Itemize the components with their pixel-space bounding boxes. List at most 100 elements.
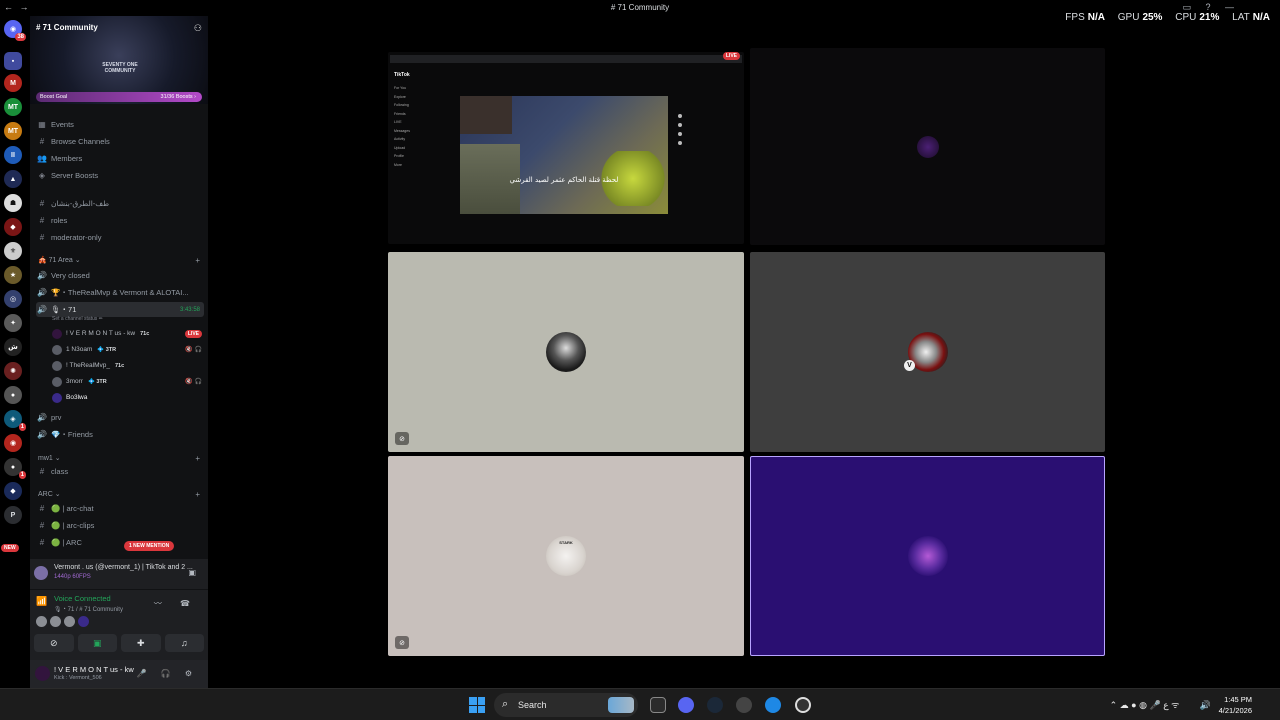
invite-icon[interactable]: ⚇	[194, 23, 202, 34]
app-icon[interactable]	[736, 697, 752, 713]
screen-share-icon[interactable]: ▣	[188, 568, 196, 577]
channel-row[interactable]: # moderator-only	[36, 230, 204, 245]
voice-controls[interactable]: 〰 ☎	[154, 598, 198, 609]
channel-row[interactable]: # 🟢 | arc-clips	[36, 518, 204, 533]
bw-server-icon[interactable]: ☗	[4, 194, 22, 212]
blue3-server-icon[interactable]: ◆	[4, 482, 22, 500]
edge-icon[interactable]	[765, 697, 781, 713]
stream-tile[interactable]: LIVE TikTok For You Explore Following Fr…	[388, 52, 744, 244]
participant-tile[interactable]	[750, 48, 1105, 245]
red2-server-icon[interactable]: ◉	[4, 434, 22, 452]
add-channel-icon[interactable]: +	[195, 490, 200, 499]
stream-video[interactable]: لحظة قتلة الحاكم عثمر لصيد القرشي	[460, 96, 668, 214]
voice-user[interactable]: Bo3lwa	[52, 390, 202, 405]
windows-start-icon[interactable]	[469, 697, 485, 713]
voice-channel-row[interactable]: 🔊 Very closed	[36, 268, 204, 283]
category-mw1[interactable]: mw1 ⌄ +	[38, 452, 200, 464]
blue-server-icon[interactable]: II	[4, 146, 22, 164]
category-71-area[interactable]: 🎪 71 Area ⌄ +	[38, 254, 200, 266]
add-channel-icon[interactable]: +	[195, 454, 200, 463]
flame-server-icon[interactable]: ✺	[4, 362, 22, 380]
teal-server-icon[interactable]: ◈ 1	[4, 410, 26, 431]
boost-goal-bar[interactable]: Boost Goal 31/36 Boosts ›	[36, 92, 202, 102]
new-mention-pill[interactable]: 1 NEW MENTION	[124, 541, 175, 551]
voice-user[interactable]: ! TheRealMvp_ 71c	[52, 358, 202, 373]
camera-off-button[interactable]: ⊘	[34, 634, 74, 652]
nav-server-boosts[interactable]: ◈ Server Boosts	[36, 168, 204, 183]
participant-tile[interactable]: V	[750, 252, 1105, 452]
taskbar-search[interactable]: ⌕ Search	[494, 693, 638, 717]
voice-user[interactable]: 1 N3oam 💠 3TR 🔇 🎧	[52, 342, 202, 357]
steam-icon[interactable]	[707, 697, 723, 713]
activity-panel[interactable]: Vermont . us (@vermont_1) | TikTok and 2…	[30, 559, 208, 589]
channel-row[interactable]: # طف-الطرق-بنشان	[36, 196, 204, 211]
channel-status-prompt[interactable]: Set a channel status ✏	[52, 316, 103, 322]
home-icon[interactable]: ◉ 38	[4, 20, 26, 41]
new-pill[interactable]: NEW	[1, 544, 19, 552]
grey-server-icon[interactable]: ●	[4, 386, 22, 404]
arabic-server-icon[interactable]: ش	[4, 338, 22, 356]
participant-tile[interactable]: STARK ⊘	[388, 456, 744, 656]
user-controls[interactable]: 🎤 🎧 ⚙	[136, 669, 198, 678]
voice-channel-row[interactable]: 🔊 🏆・TheRealMvp & Vermont & ALOTAI...	[36, 285, 204, 300]
browse-icon: #	[39, 137, 45, 146]
settings-app-icon[interactable]	[795, 697, 811, 713]
voice-channel-row[interactable]: 🔊 prv	[36, 410, 204, 425]
avatar	[52, 376, 62, 387]
blue2-server-icon[interactable]: ◎	[4, 290, 22, 308]
boost-icon: ◈	[38, 171, 46, 180]
dm-icon[interactable]: ▪	[4, 52, 22, 70]
mt-server-icon[interactable]: MT	[4, 98, 22, 116]
activities-button[interactable]: ✚	[121, 634, 161, 652]
screen-share-button[interactable]: ▣	[77, 634, 117, 652]
active-voice-channel[interactable]: 🔊 🎙・71 3:43:58	[36, 302, 204, 317]
mt-orange-server-icon[interactable]: MT	[4, 122, 22, 140]
speaker-icon: 🔊	[37, 271, 47, 280]
voice-channel-row[interactable]: 🔊 💎・Friends	[36, 427, 204, 442]
dark-server-icon[interactable]: ▲	[4, 170, 22, 188]
nav-browse-channels[interactable]: # Browse Channels	[36, 134, 204, 149]
gpu-label: GPU	[1117, 12, 1140, 23]
signal-icon[interactable]: 📶	[36, 596, 47, 607]
voice-user[interactable]: 3morr 💠 3TR 🔇 🎧	[52, 374, 202, 389]
channel-row[interactable]: # 🟢 | ARC	[36, 535, 204, 550]
participant-tile-speaking[interactable]	[750, 456, 1105, 656]
voice-location[interactable]: 🎙・71 / # 71 Community	[54, 604, 123, 613]
m-server-icon[interactable]: M	[4, 74, 22, 92]
gold-server-icon[interactable]: ★	[4, 266, 22, 284]
nav-members[interactable]: 👥 Members	[36, 151, 204, 166]
discord-icon[interactable]	[678, 697, 694, 713]
user-name[interactable]: ! V E R M O N T us - kw	[54, 665, 134, 674]
server-logo: SEVENTY ONE COMMUNITY	[90, 62, 150, 74]
channel-row[interactable]: # class	[36, 464, 204, 479]
fps-label: FPS	[1065, 12, 1085, 23]
avatar-server-icon[interactable]: ● 1	[4, 458, 26, 479]
speaker-icon: 🔊	[37, 430, 47, 439]
task-view-icon[interactable]	[650, 697, 666, 713]
server-banner[interactable]: # 71 Community ⚇ SEVENTY ONE COMMUNITY B…	[30, 16, 208, 104]
avatar	[50, 616, 61, 627]
system-tray[interactable]: ⌃ ☁ ● ◍ 🎤 ع ᯤ 🔊	[1110, 698, 1220, 711]
cpu-value: 21%	[1199, 12, 1220, 23]
nav-events[interactable]: ▦ Events	[36, 117, 204, 132]
voice-user[interactable]: ! V E R M O N T us - kw 71c LIVE	[52, 326, 202, 341]
share-icon[interactable]	[678, 132, 682, 136]
server-name[interactable]: # 71 Community	[36, 23, 98, 32]
taskbar-clock[interactable]: 1:45 PM 4/21/2026	[1219, 694, 1252, 716]
add-channel-icon[interactable]: +	[195, 256, 200, 265]
category-arc[interactable]: ARC ⌄ +	[38, 488, 200, 500]
save-icon[interactable]	[678, 141, 682, 145]
crest-server-icon[interactable]: ⚜	[4, 242, 22, 260]
red-server-icon[interactable]: ◆	[4, 218, 22, 236]
participant-tile[interactable]: ⊘	[388, 252, 744, 452]
like-icon[interactable]	[678, 114, 682, 118]
channel-row[interactable]: # roles	[36, 213, 204, 228]
soundboard-button[interactable]: ♫	[164, 634, 204, 652]
channel-row[interactable]: # 🟢 | arc-chat	[36, 501, 204, 516]
comment-icon[interactable]	[678, 123, 682, 127]
live-badge: LIVE	[184, 329, 202, 338]
p-server-icon[interactable]: P	[4, 506, 22, 524]
eagle-server-icon[interactable]: ✦	[4, 314, 22, 332]
browser-tab-bar	[390, 55, 742, 63]
avatar[interactable]	[35, 666, 50, 681]
